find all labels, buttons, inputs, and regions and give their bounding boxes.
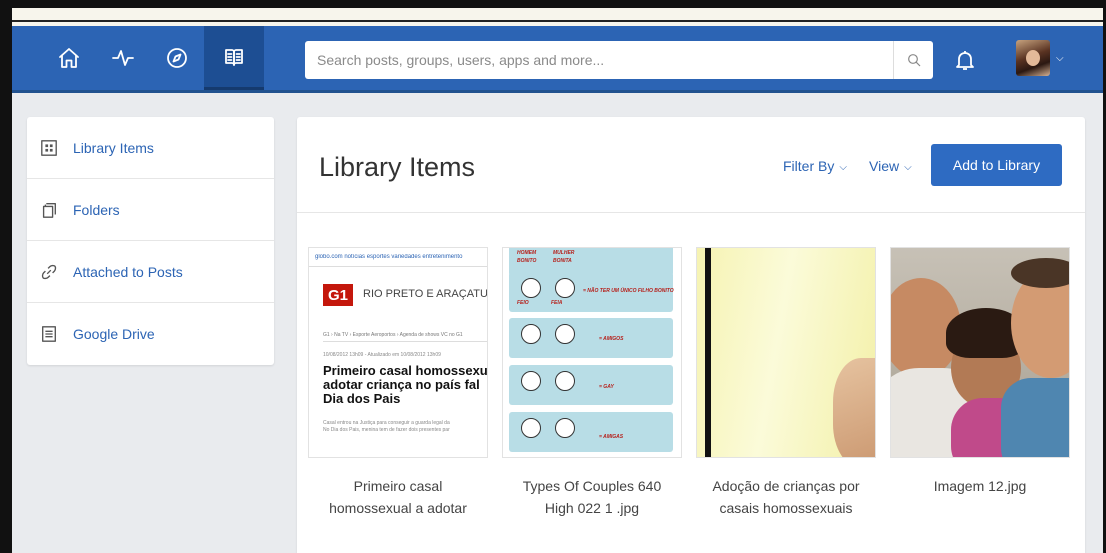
home-icon[interactable] [42,26,96,90]
chevron-down-icon: ⌵ [839,162,847,173]
page-title: Library Items [319,152,476,182]
library-item-thumbnail[interactable]: HOMEM MULHER BONITO BONITA FEIO FEIA = N… [502,247,682,458]
library-item-card[interactable]: Adoção de crianças por casais homossexua… [696,247,876,519]
search-input[interactable] [305,41,893,79]
sidebar-item-folders[interactable]: Folders [27,179,274,241]
link-icon [39,262,59,282]
grid-icon [39,138,59,158]
compass-icon[interactable] [150,26,204,90]
library-item-card[interactable]: Imagem 12.jpg [890,247,1070,519]
filter-by-dropdown[interactable]: Filter By ⌵ [783,158,847,174]
library-sidebar: Library Items Folders Attached to Posts … [27,117,274,365]
sidebar-item-attached-to-posts[interactable]: Attached to Posts [27,241,274,303]
search-icon[interactable] [893,41,933,79]
library-item-thumbnail[interactable]: globo.com notícias esportes variedades e… [308,247,488,458]
thumb-city: RIO PRETO E ARAÇATUBA [363,288,488,300]
filter-by-label: Filter By [783,158,835,174]
g1-logo: G1 [323,284,353,306]
thumb-site-nav: globo.com notícias esportes variedades e… [315,254,463,260]
library-main-panel: Library Items Filter By ⌵ View ⌵ Add to Li… [297,117,1085,553]
main-header: Library Items Filter By ⌵ View ⌵ Add to Li… [297,117,1085,213]
sidebar-item-label: Library Items [73,139,154,156]
sidebar-item-label: Google Drive [73,326,155,342]
activity-icon[interactable] [96,26,150,90]
view-label: View [869,158,900,174]
add-to-library-button[interactable]: Add to Library [931,144,1062,186]
top-navbar: ⌵ [12,26,1103,93]
window-frame-left [0,0,12,553]
chevron-down-icon[interactable]: ⌵ [1056,53,1064,64]
sidebar-item-library-items[interactable]: Library Items [27,117,274,179]
thumb-subnav: G1 › Na TV › Esporte Aeroportos › Agenda… [323,332,487,342]
user-menu[interactable]: ⌵ [1016,40,1064,76]
search-box [305,41,933,79]
library-item-card[interactable]: globo.com notícias esportes variedades e… [308,247,488,519]
sidebar-item-google-drive[interactable]: Google Drive [27,303,274,365]
avatar[interactable] [1016,40,1050,76]
library-icon[interactable] [204,26,264,90]
thumb-body: Casal entrou na Justiça para conseguir a… [323,420,450,433]
library-item-title[interactable]: Adoção de crianças por casais homossexua… [696,475,876,519]
document-icon [39,324,59,344]
library-item-grid: globo.com notícias esportes variedades e… [308,247,1070,519]
chevron-down-icon: ⌵ [904,162,912,173]
library-item-title[interactable]: Imagem 12.jpg [890,475,1070,497]
sidebar-item-label: Folders [73,201,120,218]
library-item-thumbnail[interactable] [890,247,1070,458]
library-item-title[interactable]: Primeiro casal homossexual a adotar [308,475,488,519]
bell-icon[interactable] [947,42,983,78]
view-dropdown[interactable]: View ⌵ [869,158,912,174]
sidebar-item-label: Attached to Posts [73,263,183,280]
thumb-headline: Primeiro casal homossexu adotar criança … [323,363,488,406]
folders-icon [39,200,59,220]
library-item-thumbnail[interactable] [696,247,876,458]
library-item-card[interactable]: HOMEM MULHER BONITO BONITA FEIO FEIA = N… [502,247,682,519]
library-item-title[interactable]: Types Of Couples 640 High 022 1 .jpg [502,475,682,519]
window-frame-top [0,0,1106,26]
nav-icon-group [42,26,264,90]
thumb-date: 10/08/2012 13h09 - Atualizado em 10/08/2… [323,352,441,358]
